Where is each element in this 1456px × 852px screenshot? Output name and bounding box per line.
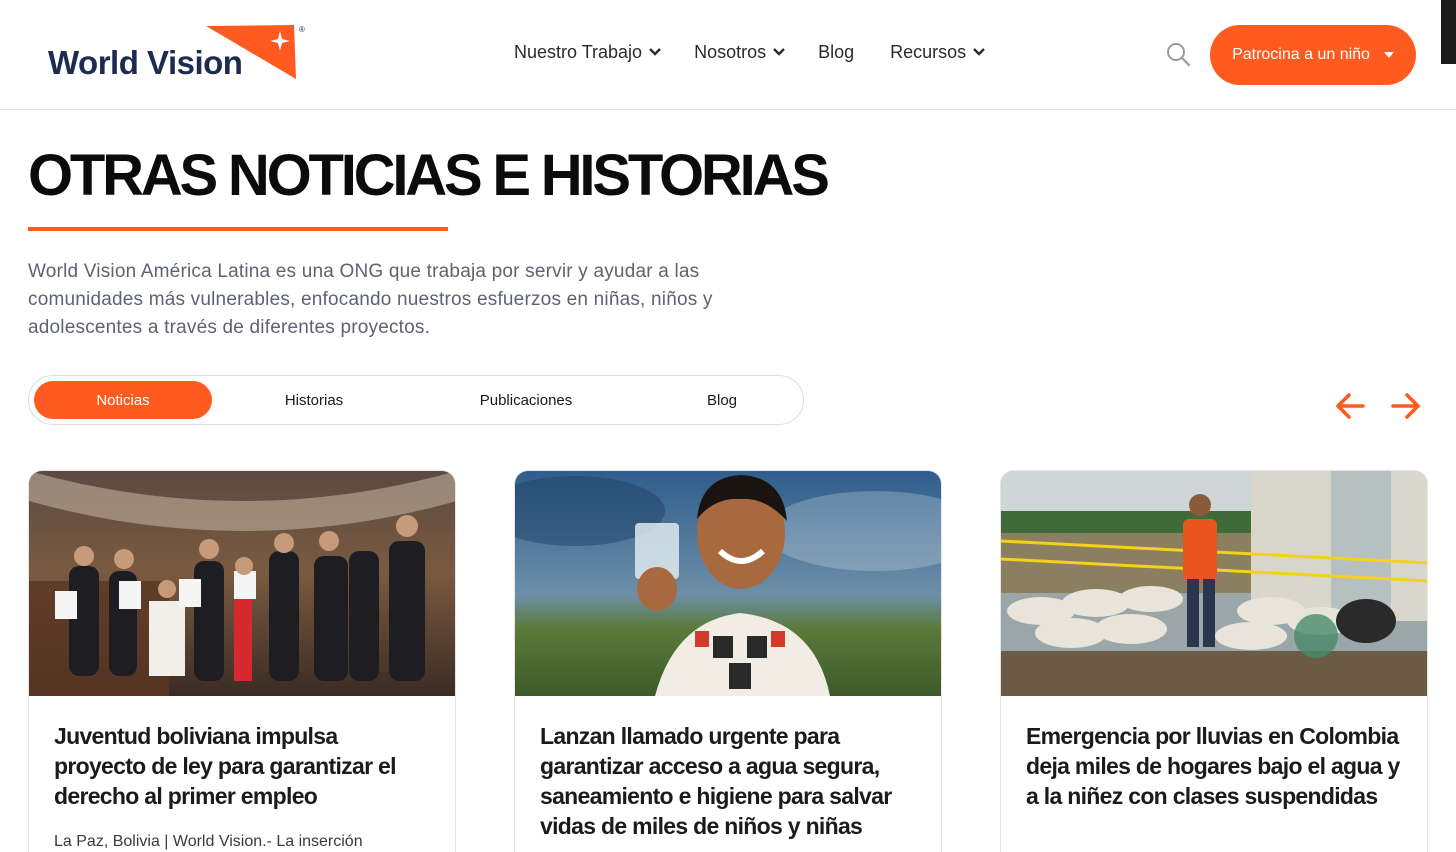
nav-item-blog[interactable]: Blog xyxy=(818,40,854,64)
card-image-youth-certificates xyxy=(29,471,455,696)
logo-star-icon: ® xyxy=(206,25,305,79)
card-image-boy-water-glass xyxy=(515,471,941,696)
content-tabs: Noticias Historias Publicaciones Blog xyxy=(28,375,804,425)
nav-item-label: Nuestro Trabajo xyxy=(514,41,643,62)
carousel-next-button[interactable] xyxy=(1389,390,1423,422)
site-header: World Vision ® Nuestro Trabajo Nosotros … xyxy=(0,0,1456,110)
card-image-flood-sandbags xyxy=(1001,471,1427,696)
tab-noticias[interactable]: Noticias xyxy=(34,381,212,419)
side-panel-edge xyxy=(1441,0,1456,64)
search-icon xyxy=(1167,43,1191,67)
caret-down-icon xyxy=(1383,52,1394,58)
nav-item-nuestro-trabajo[interactable]: Nuestro Trabajo xyxy=(514,40,662,64)
sponsor-child-label: Patrocina a un niño xyxy=(1232,46,1370,63)
news-card[interactable]: Lanzan llamado urgente para garantizar a… xyxy=(514,470,942,852)
search-button[interactable] xyxy=(1165,41,1191,67)
tab-blog[interactable]: Blog xyxy=(649,381,795,419)
nav-item-label: Recursos xyxy=(890,41,967,62)
main-nav: Nuestro Trabajo Nosotros Blog Recursos xyxy=(514,40,986,64)
nav-item-label: Blog xyxy=(818,41,855,62)
card-title: Emergencia por lluvias en Colombia deja … xyxy=(1026,723,1400,809)
chevron-down-icon xyxy=(773,48,785,56)
arrow-left-icon xyxy=(1336,393,1365,419)
card-title: Lanzan llamado urgente para garantizar a… xyxy=(540,723,892,839)
page-title: OTRAS NOTICIAS E HISTORIAS xyxy=(28,143,830,208)
nav-item-label: Nosotros xyxy=(694,41,767,62)
card-excerpt: La Paz, Bolivia | World Vision.- La inse… xyxy=(54,833,363,850)
registered-mark: ® xyxy=(299,25,305,34)
intro-text: World Vision América Latina es una ONG q… xyxy=(28,261,713,338)
sponsor-child-button[interactable]: Patrocina a un niño xyxy=(1210,25,1416,85)
tab-historias[interactable]: Historias xyxy=(229,381,399,419)
news-card[interactable]: Emergencia por lluvias en Colombia deja … xyxy=(1000,470,1428,852)
chevron-down-icon xyxy=(649,48,661,56)
chevron-down-icon xyxy=(973,48,986,56)
news-card[interactable]: Juventud boliviana impulsa proyecto de l… xyxy=(28,470,456,852)
arrow-right-icon xyxy=(1391,393,1420,419)
card-title: Juventud boliviana impulsa proyecto de l… xyxy=(54,723,396,809)
world-vision-logo[interactable]: World Vision ® xyxy=(48,22,308,82)
tab-publicaciones[interactable]: Publicaciones xyxy=(439,381,613,419)
title-underline xyxy=(28,227,448,231)
carousel-prev-button[interactable] xyxy=(1333,390,1367,422)
nav-item-recursos[interactable]: Recursos xyxy=(890,40,986,64)
nav-item-nosotros[interactable]: Nosotros xyxy=(694,40,786,64)
